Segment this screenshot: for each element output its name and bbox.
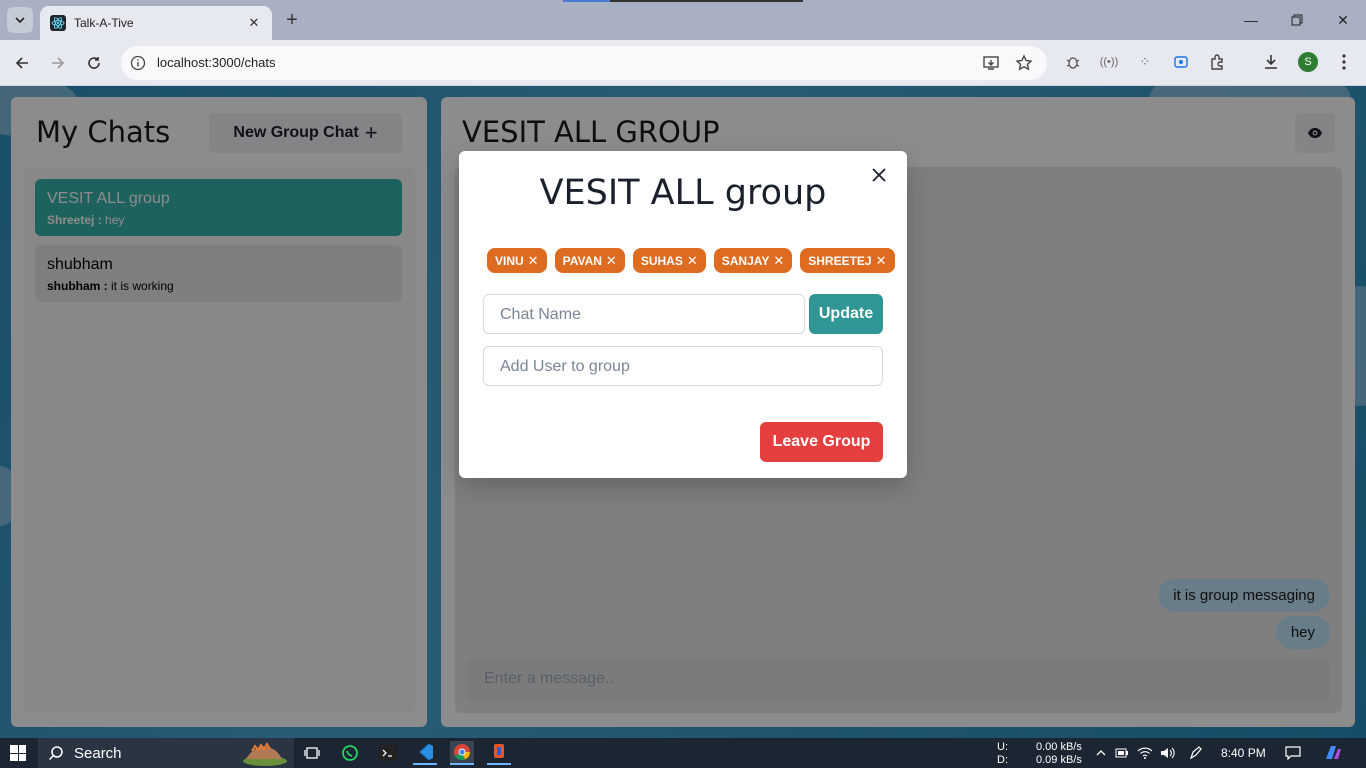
windows-taskbar: Search U: D: 0.00 kB/s 0.09 kB/s 8:40 PM: [0, 738, 1366, 768]
forward-button[interactable]: [46, 51, 70, 75]
extension-screen-icon[interactable]: [1170, 51, 1192, 73]
arrow-right-icon: [52, 57, 65, 69]
modal-close-button[interactable]: [867, 163, 891, 187]
tab-close-icon[interactable]: ✕: [246, 15, 262, 31]
update-button[interactable]: Update: [809, 294, 883, 334]
url-text: localhost:3000/chats: [157, 55, 276, 70]
chevron-down-icon: [15, 17, 25, 23]
task-view-icon[interactable]: [300, 741, 324, 765]
new-tab-button[interactable]: +: [280, 8, 304, 32]
extension-bug-icon[interactable]: [1062, 51, 1084, 73]
search-highlight-dinosaur-icon: [243, 742, 287, 766]
back-button[interactable]: [10, 51, 34, 75]
taskbar-search[interactable]: Search: [38, 738, 294, 768]
tab-title: Talk-A-Tive: [74, 16, 134, 30]
tab-strip-indicator: [563, 0, 803, 2]
app-pin-icon[interactable]: [487, 741, 511, 765]
clock-time[interactable]: 8:40 PM: [1221, 746, 1266, 760]
restore-button[interactable]: [1282, 8, 1312, 32]
extensions-puzzle-icon[interactable]: [1207, 51, 1229, 73]
member-name: VINU: [495, 253, 524, 268]
member-name: SHREETEJ: [808, 253, 872, 268]
react-favicon-icon: [50, 15, 66, 31]
remove-member-icon[interactable]: ✕: [606, 253, 617, 269]
extension-broadcast-icon[interactable]: ((•)): [1098, 51, 1120, 73]
downloads-icon[interactable]: [1260, 51, 1282, 73]
leave-group-button[interactable]: Leave Group: [760, 422, 883, 462]
network-download-label: D:: [997, 754, 1008, 766]
browser-toolbar: localhost:3000/chats ((•)) ⁘ S: [0, 40, 1366, 86]
notification-icon[interactable]: [1281, 741, 1305, 765]
restore-icon: [1291, 14, 1303, 26]
remove-member-icon[interactable]: ✕: [773, 253, 784, 269]
tab-search-button[interactable]: [7, 7, 33, 33]
chat-name-input[interactable]: Chat Name: [483, 294, 805, 334]
member-badges: VINU ✕ PAVAN ✕ SUHAS ✕ SANJAY ✕ SHREETEJ ✕: [487, 248, 895, 273]
member-badge[interactable]: SUHAS ✕: [632, 248, 706, 273]
network-download-speed: 0.09 kB/s: [1036, 754, 1082, 766]
browser-menu-icon[interactable]: [1333, 51, 1355, 73]
remove-member-icon[interactable]: ✕: [528, 253, 539, 269]
network-upload-speed: 0.00 kB/s: [1036, 741, 1082, 753]
pen-icon[interactable]: [1184, 741, 1208, 765]
chrome-icon[interactable]: [450, 741, 474, 765]
member-badge[interactable]: PAVAN ✕: [554, 248, 625, 273]
reload-icon: [88, 57, 100, 69]
network-upload-label: U:: [997, 741, 1008, 753]
group-settings-modal: VESIT ALL group VINU ✕ PAVAN ✕ SUHAS ✕ SANJ…: [459, 151, 907, 478]
profile-avatar[interactable]: S: [1298, 52, 1318, 72]
bookmark-star-icon[interactable]: [1015, 54, 1033, 72]
close-icon: [872, 168, 886, 182]
browser-tab[interactable]: Talk-A-Tive ✕: [40, 6, 272, 40]
add-user-input[interactable]: Add User to group: [483, 346, 883, 386]
remove-member-icon[interactable]: ✕: [876, 253, 887, 269]
windows-start-icon[interactable]: [10, 745, 26, 761]
remove-member-icon[interactable]: ✕: [687, 253, 698, 269]
minimize-button[interactable]: —: [1236, 8, 1266, 32]
member-badge[interactable]: SHREETEJ ✕: [800, 248, 895, 273]
whatsapp-icon[interactable]: [338, 741, 362, 765]
wifi-icon[interactable]: [1133, 741, 1157, 765]
volume-icon[interactable]: [1156, 741, 1180, 765]
battery-icon[interactable]: [1110, 741, 1134, 765]
site-info-icon: [130, 55, 146, 71]
member-name: SUHAS: [640, 253, 683, 268]
member-badge[interactable]: SANJAY ✕: [713, 248, 793, 273]
address-bar[interactable]: localhost:3000/chats: [121, 46, 1047, 80]
terminal-icon[interactable]: [376, 741, 400, 765]
vscode-icon[interactable]: [413, 741, 437, 765]
search-icon: [48, 746, 63, 761]
copilot-icon[interactable]: [1321, 741, 1345, 765]
reload-button[interactable]: [82, 51, 106, 75]
browser-tab-bar: Talk-A-Tive ✕ + — ✕: [0, 0, 1366, 40]
extension-dots-icon[interactable]: ⁘: [1134, 51, 1156, 73]
arrow-left-icon: [15, 57, 28, 69]
member-name: PAVAN: [562, 253, 602, 268]
taskbar-search-label: Search: [74, 744, 122, 762]
close-window-button[interactable]: ✕: [1328, 8, 1358, 32]
modal-title: VESIT ALL group: [539, 173, 827, 213]
member-badge[interactable]: VINU ✕: [487, 248, 547, 273]
member-name: SANJAY: [721, 253, 770, 268]
install-app-icon[interactable]: [982, 54, 1000, 72]
